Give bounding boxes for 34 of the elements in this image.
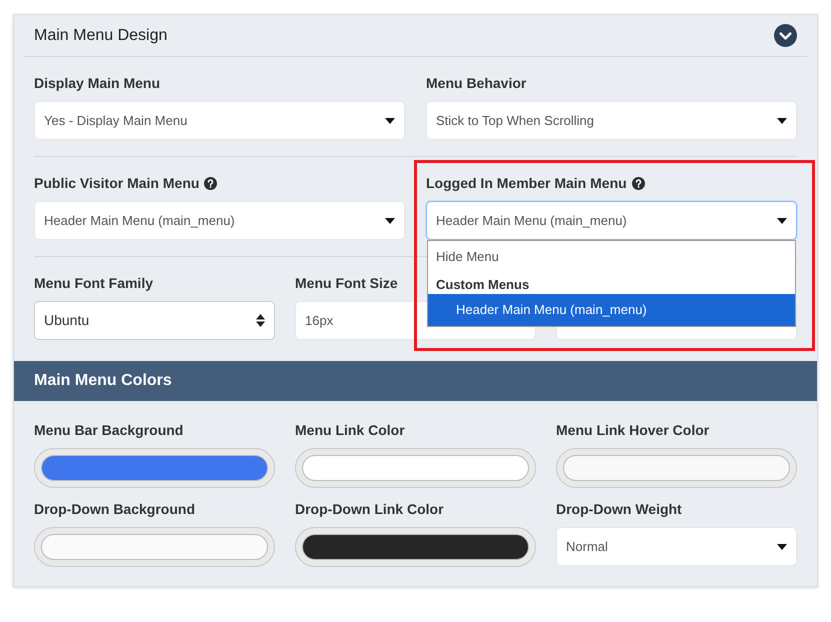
section-header: Main Menu Colors: [14, 361, 817, 401]
select-field[interactable]: Header Main Menu (main_menu): [34, 201, 405, 240]
field-label: Display Main Menu: [34, 74, 160, 93]
field-label: Public Visitor Main Menu: [34, 174, 200, 192]
select-field[interactable]: Normal: [556, 527, 797, 566]
color-picker[interactable]: [34, 527, 275, 567]
dropdown-option[interactable]: Hide Menu: [428, 241, 795, 272]
select-field[interactable]: Stick to Top When Scrolling: [426, 101, 797, 140]
option-group-label: Custom Menus: [435, 276, 530, 294]
field-label: Menu Behavior: [426, 74, 526, 92]
color-picker[interactable]: [295, 527, 536, 567]
field-label: Menu Bar Background: [34, 420, 184, 440]
field-label: Logged In Member Main Menu: [426, 174, 627, 193]
select-field[interactable]: Ubuntu: [34, 301, 275, 340]
caret-icon: [385, 118, 395, 124]
caret-icon: [777, 118, 787, 124]
field-label: Drop-Down Weight: [556, 500, 682, 519]
field-label: Drop-Down Background: [34, 500, 195, 519]
field-label: Drop-Down Link Color: [295, 500, 444, 519]
sort-icon: [256, 314, 265, 327]
field-label: Menu Link Hover Color: [556, 420, 710, 440]
field-label: Menu Link Color: [295, 420, 405, 440]
select-field[interactable]: Yes - Display Main Menu: [34, 101, 405, 140]
dropdown-option[interactable]: Header Main Menu (main_menu): [428, 294, 795, 326]
caret-icon: [777, 218, 787, 224]
color-picker[interactable]: [556, 448, 797, 488]
collapse-toggle[interactable]: [774, 24, 797, 47]
field-label: Menu Font Size: [295, 274, 398, 292]
color-picker[interactable]: [34, 448, 275, 488]
section-title: Main Menu Design: [34, 26, 168, 46]
field-label: Menu Font Family: [34, 274, 153, 293]
caret-icon: [777, 544, 787, 550]
caret-icon: [385, 218, 395, 224]
color-picker[interactable]: [295, 448, 536, 488]
